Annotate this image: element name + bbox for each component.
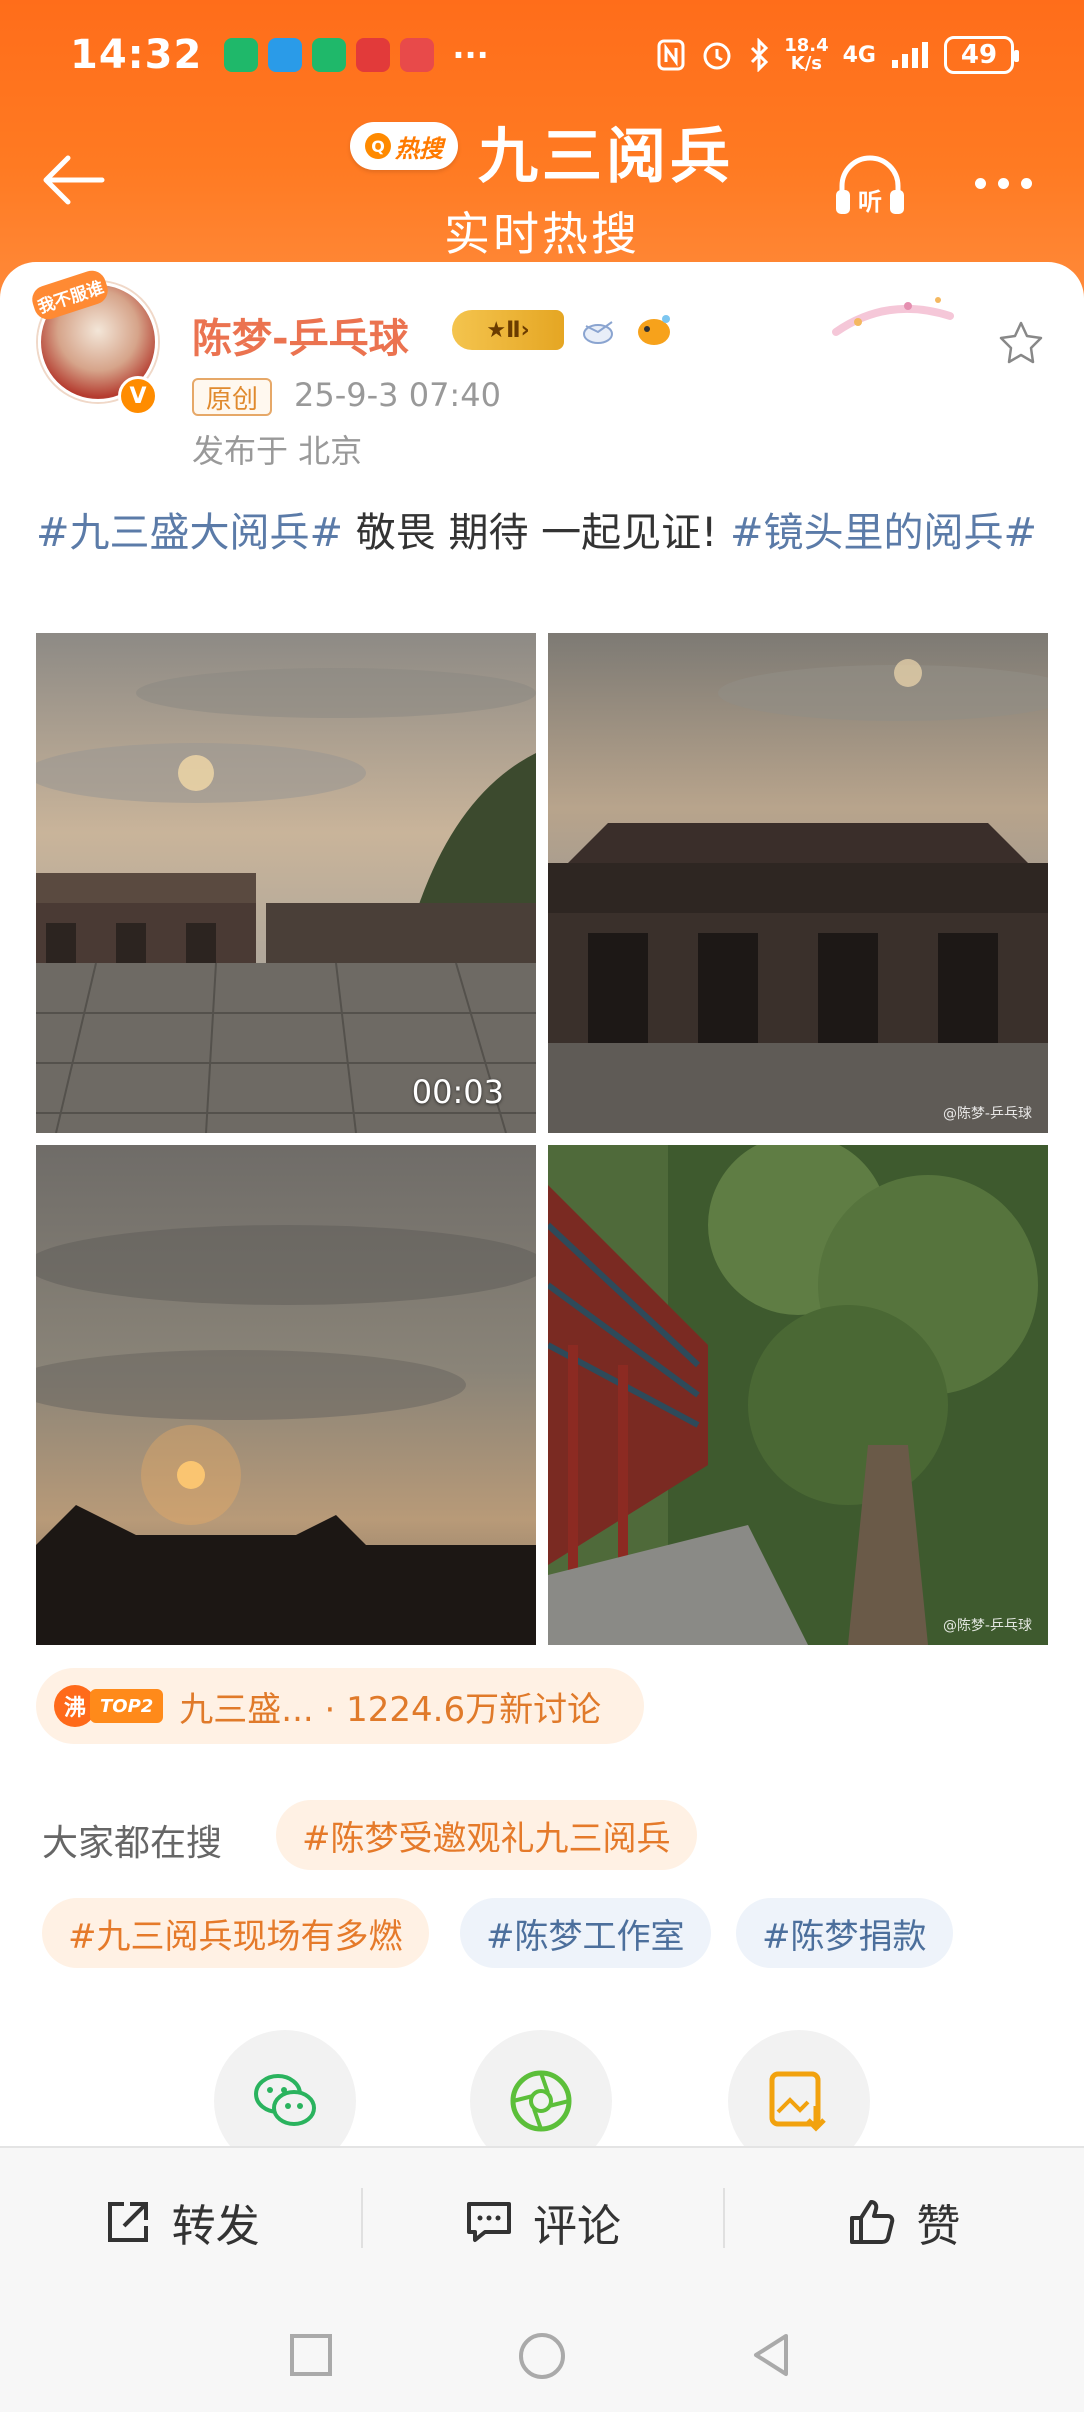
page-title: 九三阅兵 xyxy=(478,122,734,192)
hashtag-link[interactable]: #九三盛大阅兵# xyxy=(36,510,343,556)
net-speed-unit: K/s xyxy=(790,53,823,74)
level-text: Ⅱ xyxy=(506,317,521,343)
search-suggestion-chip[interactable]: #九三阅兵现场有多燃 xyxy=(42,1898,429,1968)
hot-topic-text: 九三盛... · 1224.6万新讨论 xyxy=(179,1689,602,1730)
app-notification-icon xyxy=(312,38,347,72)
save-image-icon xyxy=(769,2071,826,2132)
username[interactable]: 陈梦-乒乓球 xyxy=(192,306,409,364)
system-navigation-bar xyxy=(0,2296,1084,2412)
bird-badge-icon xyxy=(583,321,613,344)
like-label: 赞 xyxy=(916,2201,961,2252)
decoration-sparkle-icon xyxy=(832,297,954,336)
status-time: 14:32 xyxy=(70,32,203,78)
hot-search-badge: Q 热搜 xyxy=(350,122,458,170)
more-options-icon[interactable] xyxy=(975,178,1032,189)
post-location: 发布于 北京 xyxy=(192,432,363,470)
search-suggestion-chip[interactable]: #陈梦受邀观礼九三阅兵 xyxy=(276,1800,697,1870)
forward-icon xyxy=(107,2202,148,2242)
app-notification-icon xyxy=(400,38,435,72)
battery-level: 49 xyxy=(960,40,998,70)
image-watermark: @陈梦-乒乓球 xyxy=(942,1618,1032,1634)
app-notification-icon xyxy=(356,38,391,72)
moments-aperture-icon xyxy=(510,2070,572,2132)
status-bar-left: 14:32 ··· xyxy=(70,30,489,80)
favorite-star-icon[interactable] xyxy=(996,318,1046,368)
hashtag-link[interactable]: #镜头里的阅兵# xyxy=(730,510,1037,556)
listen-label: 听 xyxy=(858,188,882,216)
header-bar: 14:32 ··· 18.4 K/s 4G 49 Q 热搜 九三阅兵 实时热搜 … xyxy=(0,0,1084,300)
back-triangle-icon[interactable] xyxy=(746,2330,796,2380)
post-image[interactable]: @陈梦-乒乓球 xyxy=(548,1145,1048,1645)
listen-headphones-icon[interactable]: 听 xyxy=(830,150,910,220)
rank-badge: TOP2 xyxy=(90,1689,164,1723)
search-suggestion-chip[interactable]: #陈梦工作室 xyxy=(460,1898,711,1968)
comment-button[interactable]: 评论 xyxy=(361,2148,722,2296)
signal-icon xyxy=(892,42,928,68)
sunrise-sky-image xyxy=(36,1145,536,1645)
corridor-tree-image xyxy=(548,1145,1048,1645)
recent-apps-icon[interactable] xyxy=(286,2330,336,2380)
network-speed: 18.4 K/s xyxy=(784,37,828,73)
app-notification-icon xyxy=(268,38,303,72)
post-time: 25-9-3 07:40 xyxy=(294,376,501,414)
comment-label: 评论 xyxy=(532,2201,621,2252)
courtyard-sunrise-image xyxy=(36,633,536,1133)
bluetooth-icon xyxy=(751,38,769,72)
everyone-searching-label: 大家都在搜 xyxy=(42,1823,223,1864)
search-icon: Q xyxy=(365,133,391,159)
forward-button[interactable]: 转发 xyxy=(0,2148,361,2296)
notification-icons xyxy=(224,38,435,72)
member-level-badge: ★ Ⅱ › xyxy=(452,310,564,350)
post-video-thumbnail[interactable]: 00:03 xyxy=(36,633,536,1133)
hot-search-label: 热搜 xyxy=(395,134,443,163)
original-badge: 原创 xyxy=(192,378,273,416)
wechat-icon xyxy=(254,2074,316,2126)
fish-badge-icon xyxy=(638,315,670,345)
video-duration: 00:03 xyxy=(411,1073,504,1111)
alarm-icon xyxy=(703,42,731,70)
thumbs-up-icon xyxy=(850,2200,895,2244)
like-button[interactable]: 赞 xyxy=(722,2148,1084,2296)
search-suggestion-chip[interactable]: #陈梦捐款 xyxy=(736,1898,953,1968)
post-image[interactable]: @陈梦-乒乓球 xyxy=(548,633,1048,1133)
forward-label: 转发 xyxy=(171,2201,260,2252)
battery-indicator: 49 xyxy=(944,36,1019,74)
nfc-icon xyxy=(657,39,685,71)
post-text: #九三盛大阅兵# 敬畏 期待 一起见证! #镜头里的阅兵# xyxy=(36,504,1056,562)
post-image[interactable] xyxy=(36,1145,536,1645)
status-bar-right: 18.4 K/s 4G 49 xyxy=(656,30,1019,80)
page-subtitle: 实时热搜 xyxy=(444,207,640,261)
bottom-action-bar: 转发 评论 赞 xyxy=(0,2146,1084,2296)
post-body-text: 敬畏 期待 一起见证! xyxy=(343,510,730,556)
gate-building-image xyxy=(548,633,1048,1133)
image-watermark: @陈梦-乒乓球 xyxy=(942,1106,1032,1122)
more-notifications-icon: ··· xyxy=(452,36,489,74)
hot-topic-bar[interactable]: 沸 TOP2 九三盛... · 1224.6万新讨论 xyxy=(36,1668,644,1744)
home-icon[interactable] xyxy=(516,2330,568,2382)
app-notification-icon xyxy=(224,38,259,72)
verified-badge-icon: V xyxy=(118,376,158,416)
network-type: 4G xyxy=(842,42,876,68)
comment-icon xyxy=(466,2202,511,2242)
